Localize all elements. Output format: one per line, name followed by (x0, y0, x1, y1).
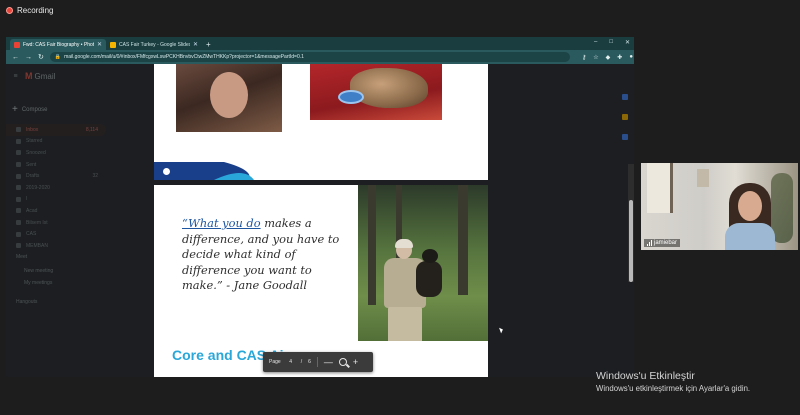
puzzle-icon[interactable]: ✚ (617, 54, 622, 61)
address-bar[interactable]: 🔒 mail.google.com/mail/u/0/#inbox/FMfcgx… (49, 52, 570, 62)
tab-label: CAS Fair Turkey - Google Slides (119, 41, 190, 48)
slide-footer (154, 162, 488, 180)
divider (316, 357, 318, 367)
record-icon (6, 7, 13, 14)
toolbar-icons: ⚷ ☆ ◆ ✚ ● ⋮ (582, 54, 634, 61)
close-tab-icon[interactable]: ✕ (97, 41, 102, 48)
forward-arrow-icon[interactable]: → (25, 54, 32, 61)
browser-toolbar: ← → ↻ 🔒 mail.google.com/mail/u/0/#inbox/… (6, 50, 634, 64)
tab-slides[interactable]: CAS Fair Turkey - Google Slides ✕ (106, 39, 202, 50)
window-controls: – □ ✕ (594, 39, 630, 46)
slides-favicon-icon (110, 41, 116, 48)
watermark-title: Windows'u Etkinleştir (596, 370, 695, 382)
cat-photo (310, 64, 442, 120)
maximize-button[interactable]: □ (609, 39, 613, 46)
back-arrow-icon[interactable]: ← (12, 54, 19, 61)
zoom-out-button[interactable]: — (324, 357, 333, 367)
lock-icon: 🔒 (54, 54, 62, 60)
gmail-favicon-icon (14, 41, 20, 48)
new-tab-button[interactable]: + (206, 39, 211, 50)
portrait-photo (176, 64, 282, 132)
participant-video: jamiebar (641, 163, 798, 250)
tab-gmail[interactable]: Fwd: CAS Fair Biography • Photo ✕ (10, 39, 106, 50)
minimize-button[interactable]: – (594, 39, 597, 46)
zoom-icon[interactable] (338, 358, 347, 366)
zoom-in-button[interactable]: + (353, 357, 358, 367)
tab-strip: Fwd: CAS Fair Biography • Photo ✕ CAS Fa… (6, 37, 634, 50)
school-logo-icon (162, 167, 171, 176)
attachment-viewer: “What you do makes a difference, and you… (154, 64, 488, 377)
windows-activation-watermark: Windows'u Etkinleştir Windows'u etkinleş… (596, 370, 750, 393)
recording-indicator: Recording (6, 6, 53, 15)
page-toolbar: Page 4 / 6 — + (263, 352, 373, 372)
watermark-subtitle: Windows'u etkinleştirmek için Ayarlar'a … (596, 384, 751, 393)
profile-avatar[interactable]: ● (629, 54, 633, 61)
page-separator: / (300, 359, 303, 365)
page-total: 6 (308, 359, 311, 365)
address-text: mail.google.com/mail/u/0/#inbox/FMfcgxwL… (64, 54, 304, 60)
extension-icon[interactable]: ◆ (606, 54, 611, 61)
tab-label: Fwd: CAS Fair Biography • Photo (23, 41, 94, 48)
star-icon[interactable]: ☆ (593, 54, 598, 61)
goodall-quote: “What you do makes a difference, and you… (182, 216, 340, 293)
close-tab-icon[interactable]: ✕ (193, 41, 198, 48)
viewer-scrollbar-thumb[interactable] (629, 200, 633, 282)
page-number-input[interactable]: 4 (287, 359, 295, 365)
reload-icon[interactable]: ↻ (38, 53, 44, 61)
recording-label: Recording (17, 6, 54, 15)
audio-level-icon (647, 240, 652, 246)
slide-page-3 (154, 64, 488, 180)
screen: Recording Fwd: CAS Fair Biography • Phot… (0, 0, 800, 415)
participant-name: jamiebar (654, 240, 678, 246)
page-label: Page (269, 359, 281, 365)
participant-name-tag: jamiebar (644, 239, 681, 247)
close-window-button[interactable]: ✕ (625, 39, 630, 46)
key-icon[interactable]: ⚷ (582, 54, 586, 61)
